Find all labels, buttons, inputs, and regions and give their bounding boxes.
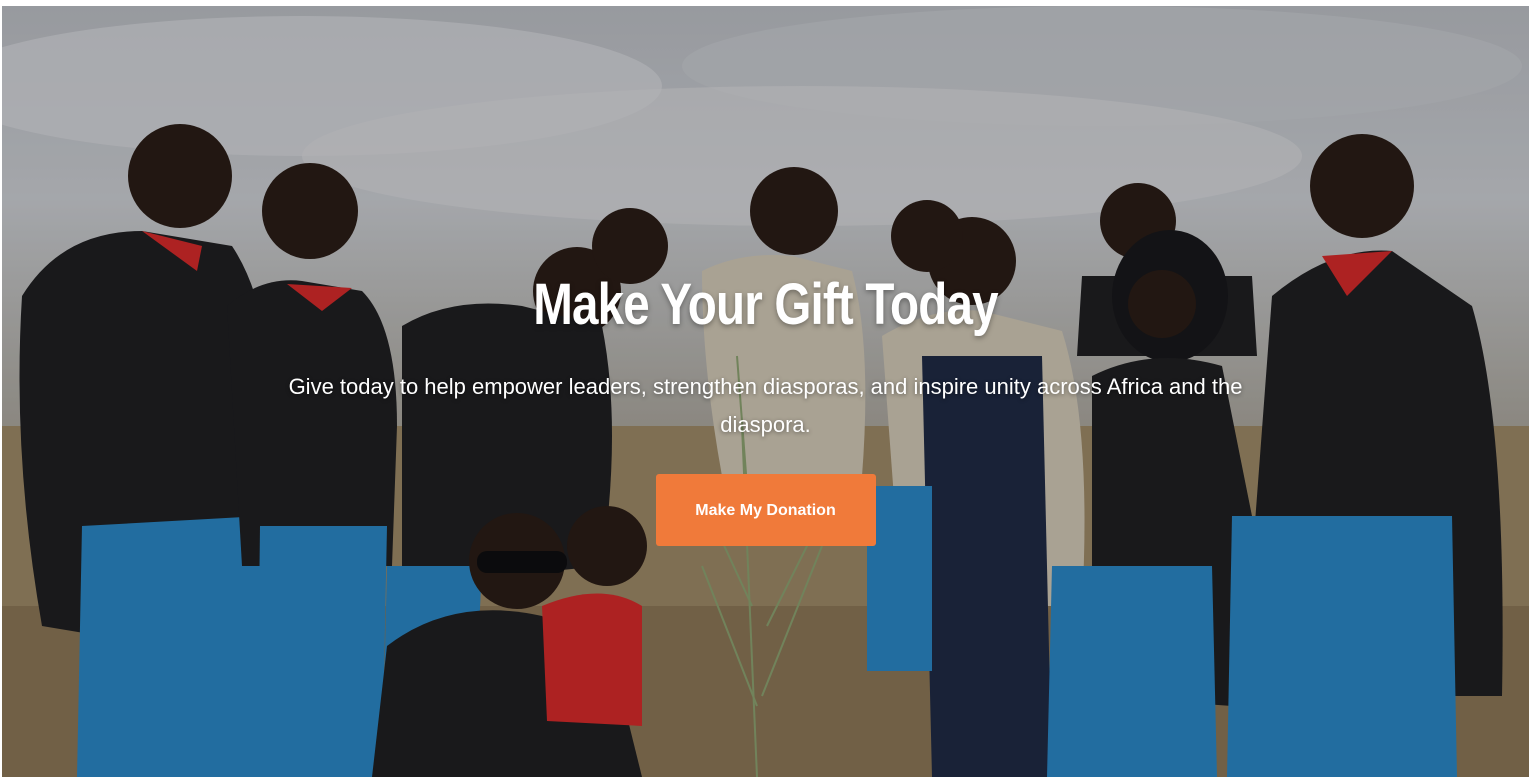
- hero-subtitle: Give today to help empower leaders, stre…: [288, 374, 1243, 437]
- hero-content: Make Your Gift Today Give today to help …: [2, 272, 1529, 546]
- hero-section: Make Your Gift Today Give today to help …: [2, 6, 1529, 777]
- hero-title: Make Your Gift Today: [533, 272, 998, 337]
- make-my-donation-button[interactable]: Make My Donation: [655, 474, 876, 546]
